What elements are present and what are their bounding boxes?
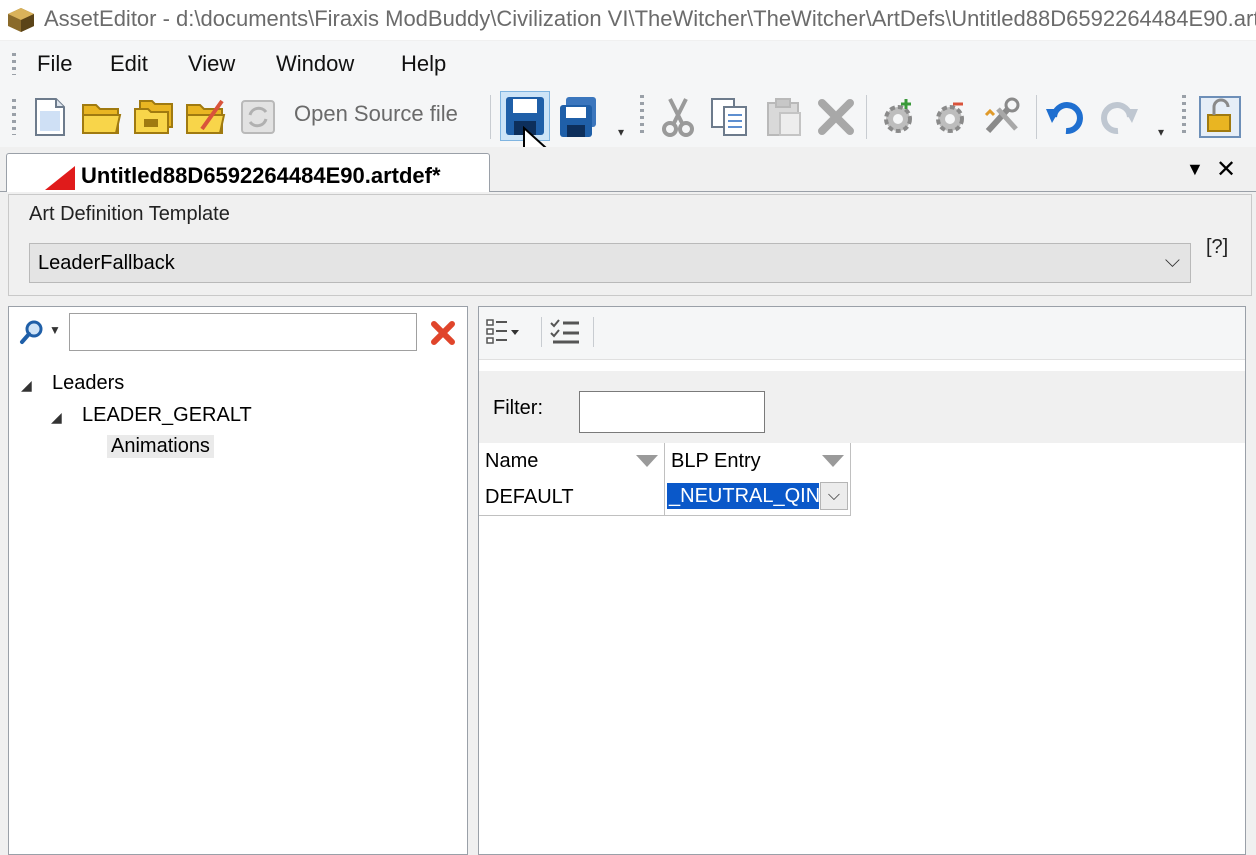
toolbar-separator: [866, 95, 867, 139]
open-folder-button[interactable]: [80, 95, 124, 139]
entries-toolbar: [479, 307, 1245, 360]
menu-file[interactable]: File: [37, 51, 72, 77]
filter-input[interactable]: [579, 391, 765, 433]
refresh-button[interactable]: [236, 95, 280, 139]
template-group: Art Definition Template LeaderFallback ⌵: [8, 194, 1252, 296]
column-header-label: Name: [485, 450, 539, 472]
template-group-label: Art Definition Template: [29, 203, 230, 225]
toolbar-grip[interactable]: [12, 99, 16, 135]
tree-search-input[interactable]: [69, 313, 417, 351]
document-tab-label: Untitled88D6592264484E90.artdef*: [81, 163, 441, 188]
filter-area: Filter:: [479, 371, 1245, 443]
tree-expand-icon[interactable]: ◢: [21, 377, 32, 394]
open-folders-button[interactable]: [132, 95, 176, 139]
window-title: AssetEditor - d:\documents\Firaxis ModBu…: [44, 6, 1256, 31]
document-tab-bar: Untitled88D6592264484E90.artdef* ▼ ✕: [0, 147, 1256, 192]
template-select[interactable]: LeaderFallback ⌵: [29, 243, 1191, 283]
tree-node-leaders[interactable]: Leaders: [52, 372, 124, 395]
column-header-label: BLP Entry: [671, 450, 761, 472]
toolbar-separator: [541, 317, 542, 347]
modified-file-icon: [45, 166, 75, 190]
table-cell-name[interactable]: DEFAULT: [479, 479, 665, 516]
table-cell-blp-entry[interactable]: _NEUTRAL_QIN ⌵: [665, 479, 851, 516]
close-tab-icon[interactable]: ✕: [1216, 155, 1236, 184]
menu-window[interactable]: Window: [276, 51, 354, 77]
tree-expand-icon[interactable]: ◢: [51, 409, 62, 426]
menu-view[interactable]: View: [188, 51, 235, 77]
tree-node-leader-geralt[interactable]: LEADER_GERALT: [82, 404, 252, 427]
toolbar-grip-2[interactable]: [640, 95, 644, 135]
menu-grip[interactable]: [12, 53, 16, 75]
cell-text: DEFAULT: [485, 486, 574, 508]
unlock-button[interactable]: [1198, 95, 1242, 139]
tree-pane: ▼ ◢ Leaders ◢ LEADER_GERALT Animations: [8, 306, 468, 855]
menu-bar: File Edit View Window Help: [0, 41, 1256, 87]
open-source-file-button[interactable]: Open Source file: [294, 101, 458, 127]
column-header-blp-entry[interactable]: BLP Entry: [665, 443, 851, 480]
menu-edit[interactable]: Edit: [110, 51, 148, 77]
toolbar-grip-3[interactable]: [1182, 95, 1186, 135]
column-filter-triangle-icon[interactable]: [822, 455, 844, 467]
template-select-value: LeaderFallback: [38, 252, 175, 274]
view-mode-icon[interactable]: [485, 317, 521, 347]
toolbar-overflow-chevron-icon[interactable]: ▾: [1158, 125, 1172, 139]
toolbar-overflow-chevron-icon[interactable]: ▾: [618, 125, 632, 139]
tree-node-animations[interactable]: Animations: [107, 435, 214, 458]
new-file-button[interactable]: [28, 95, 72, 139]
undo-button[interactable]: [1044, 95, 1088, 139]
tools-button[interactable]: [980, 95, 1024, 139]
remove-gear-button[interactable]: [928, 95, 972, 139]
app-icon: [8, 8, 34, 32]
toolbar-separator: [490, 95, 491, 139]
document-tab[interactable]: Untitled88D6592264484E90.artdef*: [6, 153, 490, 192]
open-recent-button[interactable]: [184, 95, 228, 139]
tab-list-dropdown-icon[interactable]: ▼: [1186, 159, 1204, 180]
menu-help[interactable]: Help: [401, 51, 446, 77]
clear-search-icon[interactable]: [429, 319, 457, 347]
add-gear-button[interactable]: [876, 95, 920, 139]
redo-button[interactable]: [1096, 95, 1140, 139]
cut-button[interactable]: [656, 95, 700, 139]
chevron-down-icon[interactable]: ⌵: [1165, 250, 1180, 273]
paste-button[interactable]: [762, 95, 806, 139]
search-options-chevron-icon[interactable]: ▼: [49, 323, 61, 337]
blp-entry-editor[interactable]: _NEUTRAL_QIN: [667, 483, 819, 509]
title-bar: AssetEditor - d:\documents\Firaxis ModBu…: [0, 0, 1256, 40]
delete-button[interactable]: [814, 95, 858, 139]
checklist-icon[interactable]: [549, 317, 581, 347]
entries-pane: Filter: Name BLP Entry DEFAULT _NEUTRAL_…: [478, 306, 1246, 855]
main-toolbar: Open Source file ▾ ▾: [0, 87, 1256, 147]
chevron-down-icon[interactable]: ⌵: [820, 482, 848, 510]
copy-button[interactable]: [708, 95, 752, 139]
filter-label: Filter:: [493, 397, 543, 419]
save-all-button[interactable]: [556, 95, 600, 139]
column-header-name[interactable]: Name: [479, 443, 665, 480]
column-filter-triangle-icon[interactable]: [636, 455, 658, 467]
help-link[interactable]: [?]: [1206, 236, 1228, 259]
toolbar-separator: [1036, 95, 1037, 139]
toolbar-separator: [593, 317, 594, 347]
search-icon[interactable]: [19, 319, 45, 345]
